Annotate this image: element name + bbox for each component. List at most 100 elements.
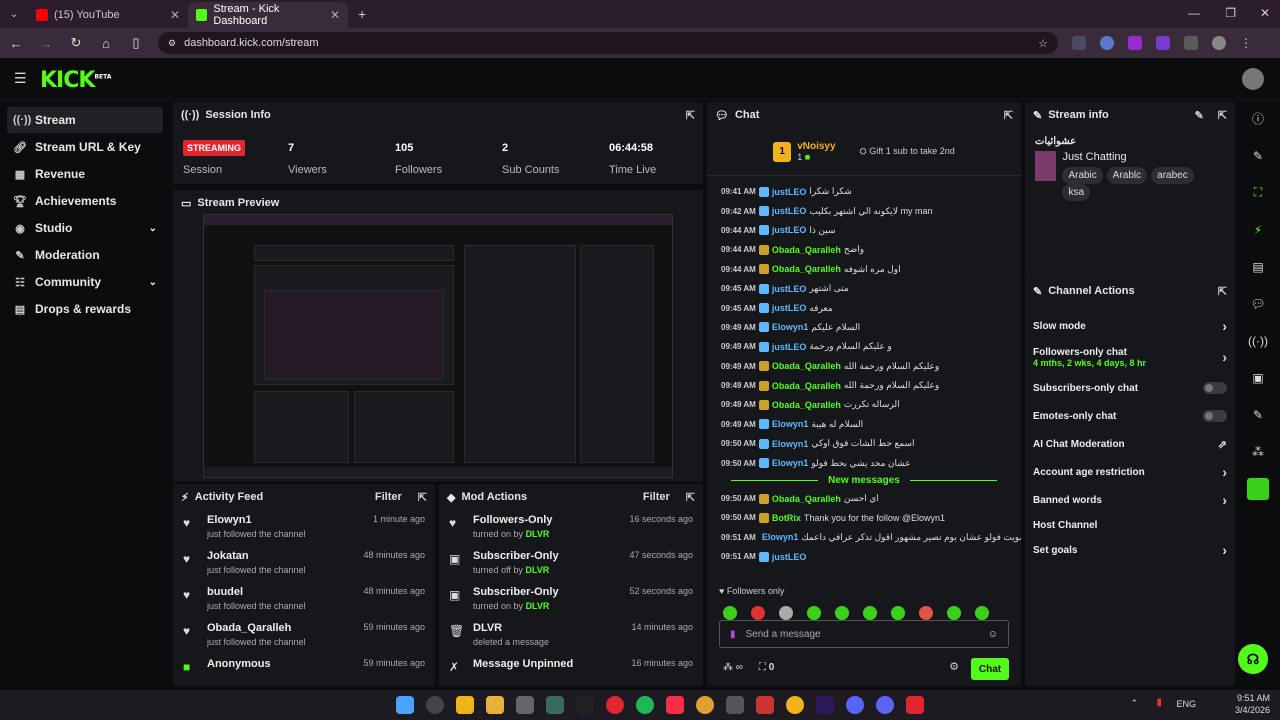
extension-icon[interactable]	[1156, 36, 1170, 50]
chat-message[interactable]: 09:50 AM Elowyn1 اسمع حط الشات فوق اوكي	[707, 434, 1021, 453]
sidebar-item-achievements[interactable]: 🏆︎ Achievements	[7, 188, 163, 214]
tab-youtube[interactable]: (15) YouTube ✕	[28, 2, 188, 28]
app-icon[interactable]	[456, 696, 474, 714]
chat-username[interactable]: Obada_Qaralleh	[772, 245, 841, 255]
chat-message[interactable]: 09:49 AM Elowyn1 السلام له هيبة	[707, 415, 1021, 434]
mic-icon[interactable]: ▮	[1156, 697, 1162, 708]
sidebar-toggle-icon[interactable]: ▯	[128, 35, 144, 51]
chat-username[interactable]: Elowyn1	[772, 439, 809, 449]
edit-icon[interactable]: ✎	[1236, 137, 1280, 174]
emote-icon[interactable]	[835, 606, 849, 620]
host-channel-row[interactable]: Host Channel	[1025, 514, 1235, 536]
app-icon[interactable]	[786, 696, 804, 714]
chat-message[interactable]: 09:44 AM Obada_Qaralleh واضح	[707, 240, 1021, 259]
kick-logo[interactable]: KICKBETA	[40, 68, 111, 93]
search-icon[interactable]	[426, 696, 444, 714]
emote-icon[interactable]	[863, 606, 877, 620]
chat-message[interactable]: 09:49 AM Obada_Qaralleh وعليكم السلام ورحم…	[707, 357, 1021, 376]
app-icon[interactable]	[576, 696, 594, 714]
bookmark-star-icon[interactable]: ☆	[1038, 37, 1048, 50]
sidebar-item-stream-url[interactable]: 🔗︎ Stream URL & Key	[7, 134, 163, 160]
forward-icon[interactable]: →	[38, 36, 54, 51]
after-effects-icon[interactable]	[816, 696, 834, 714]
followers-only-row[interactable]: Followers-only chat 4 mths, 2 wks, 4 days…	[1025, 340, 1235, 374]
hamburger-menu-icon[interactable]: ☰	[14, 70, 27, 87]
chat-message[interactable]: 09:49 AM Obada_Qaralleh الرساله تكررت	[707, 395, 1021, 414]
emotes-only-row[interactable]: Emotes-only chat	[1025, 402, 1235, 430]
extension-icon[interactable]	[1072, 36, 1086, 50]
sidebar-item-community[interactable]: ☷ Community ⌄	[7, 269, 163, 295]
community-icon[interactable]: ⁂	[1236, 433, 1280, 470]
chat-message[interactable]: 09:45 AM justLEO متى اشتهر	[707, 279, 1021, 298]
broadcast-icon[interactable]: ((·))	[1236, 322, 1280, 359]
set-goals-row[interactable]: Set goals ›	[1025, 536, 1235, 564]
home-icon[interactable]: ⌂	[98, 36, 114, 51]
popout-icon[interactable]: ⇱	[1218, 109, 1227, 122]
tray-chevron-icon[interactable]: ⌃	[1130, 698, 1138, 709]
emote-icon[interactable]	[751, 606, 765, 620]
popout-icon[interactable]: ⇱	[1004, 109, 1013, 122]
bolt-icon[interactable]: ⚡︎	[1236, 211, 1280, 248]
emote-icon[interactable]	[947, 606, 961, 620]
banned-words-row[interactable]: Banned words ›	[1025, 486, 1235, 514]
close-tab-icon[interactable]: ✕	[170, 8, 180, 22]
windows-start-icon[interactable]	[396, 696, 414, 714]
chat-message[interactable]: 09:50 AM Obada_Qaralleh اي احسن	[707, 489, 1021, 508]
popout-icon[interactable]: ⇱	[686, 109, 695, 122]
subscribers-only-row[interactable]: Subscribers-only chat	[1025, 374, 1235, 402]
wrench-icon[interactable]: ✎	[1236, 396, 1280, 433]
edit-icon[interactable]: ✎	[1195, 109, 1204, 122]
reload-icon[interactable]: ↻	[68, 35, 84, 51]
extension-icon[interactable]	[1128, 36, 1142, 50]
infinity-icon[interactable]: ⁂ ∞	[723, 662, 743, 673]
sidebar-item-studio[interactable]: ◉ Studio ⌄	[7, 215, 163, 241]
music-icon[interactable]	[666, 696, 684, 714]
system-clock[interactable]: 9:51 AM 3/4/2026	[1235, 692, 1270, 716]
chat-username[interactable]: Obada_Qaralleh	[772, 381, 841, 391]
chat-username[interactable]: Obada_Qaralleh	[772, 494, 841, 504]
spotify-icon[interactable]	[636, 696, 654, 714]
extension-icon[interactable]	[1184, 36, 1198, 50]
emote-icon[interactable]	[807, 606, 821, 620]
filter-button[interactable]: Filter	[375, 491, 402, 503]
filter-button[interactable]: Filter	[643, 491, 670, 503]
app-icon[interactable]	[726, 696, 744, 714]
gift-sub-button[interactable]: ⛭ Gift 1 sub to take 2nd	[860, 146, 955, 157]
sidebar-item-revenue[interactable]: ▦ Revenue	[7, 161, 163, 187]
stream-preview-video[interactable]	[203, 214, 673, 478]
chat-message[interactable]: 09:41 AM justLEO شكرا شكرا	[707, 182, 1021, 201]
chat-message[interactable]: 09:44 AM justLEO سين ذا	[707, 221, 1021, 240]
chat-message[interactable]: 09:51 AM justLEO	[707, 547, 1021, 566]
chat-username[interactable]: justLEO	[772, 303, 807, 313]
url-bar[interactable]: ⚙ dashboard.kick.com/stream ☆	[158, 32, 1058, 54]
chat-message[interactable]: 09:45 AM justLEO معرفه	[707, 298, 1021, 317]
popout-icon[interactable]: ⇱	[1218, 285, 1227, 298]
subscribers-only-toggle[interactable]	[1203, 382, 1227, 394]
chat-username[interactable]: Obada_Qaralleh	[772, 361, 841, 371]
chat-username[interactable]: justLEO	[772, 284, 807, 294]
tab-search-icon[interactable]: ⌄	[0, 9, 28, 20]
chat-message[interactable]: 09:49 AM justLEO و عليكم السلام ورحمة	[707, 337, 1021, 356]
sidebar-item-moderation[interactable]: ✎ Moderation	[7, 242, 163, 268]
chat-username[interactable]: justLEO	[772, 187, 807, 197]
chrome-icon[interactable]	[696, 696, 714, 714]
discord-icon[interactable]	[846, 696, 864, 714]
chat-message[interactable]: 09:49 AM Elowyn1 السلام عليكم	[707, 318, 1021, 337]
extension-icon[interactable]	[1100, 36, 1114, 50]
language-indicator[interactable]: ENG	[1176, 699, 1196, 709]
sidebar-item-drops[interactable]: ▤ Drops & rewards	[7, 296, 163, 322]
menu-dots-icon[interactable]: ⋮	[1240, 36, 1252, 50]
account-age-row[interactable]: Account age restriction ›	[1025, 458, 1235, 486]
chat-username[interactable]: Elowyn1	[772, 322, 809, 332]
chat-username[interactable]: justLEO	[772, 206, 807, 216]
site-info-icon[interactable]: ⚙	[168, 38, 176, 49]
emoji-icon[interactable]: ☺	[988, 629, 998, 640]
popout-icon[interactable]: ⇱	[686, 491, 695, 504]
kick-app-icon[interactable]	[1236, 470, 1280, 507]
chat-message[interactable]: 09:42 AM justLEO لايكونه الي اشتهر بكليب m…	[707, 201, 1021, 220]
emote-icon[interactable]	[975, 606, 989, 620]
help-chat-button[interactable]: ☊	[1238, 644, 1268, 674]
user-avatar[interactable]	[1242, 68, 1264, 90]
dashboard-icon[interactable]: ▣	[1236, 359, 1280, 396]
chat-message[interactable]: 09:49 AM Obada_Qaralleh وعليكم السلام ورحم…	[707, 376, 1021, 395]
